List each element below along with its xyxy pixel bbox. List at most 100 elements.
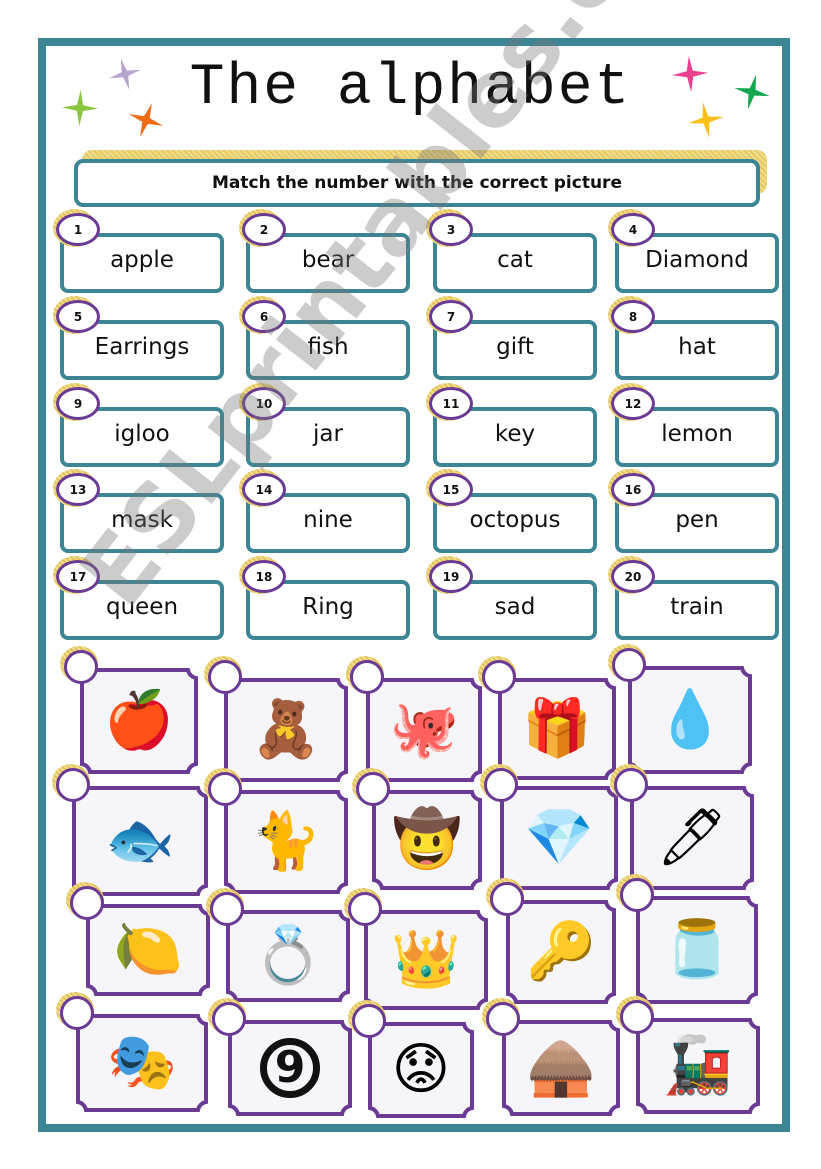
page-title: The alphabet bbox=[189, 56, 632, 121]
picture-card-mask: 🎭 bbox=[76, 1014, 208, 1112]
picture-card-lemon: 🍋 bbox=[86, 904, 210, 996]
apple-icon: 🍎 bbox=[104, 688, 174, 753]
number-badge: 12 bbox=[611, 387, 655, 420]
word-label: igloo bbox=[114, 421, 170, 447]
answer-circle[interactable] bbox=[208, 772, 242, 806]
instruction-text: Match the number with the correct pictur… bbox=[212, 173, 622, 193]
answer-circle[interactable] bbox=[64, 650, 98, 684]
picture-card-pen: 🖊 bbox=[630, 786, 754, 890]
word-label: Earrings bbox=[94, 334, 190, 360]
answer-circle[interactable] bbox=[486, 1002, 520, 1036]
word-label: bear bbox=[301, 247, 355, 273]
word-label: queen bbox=[105, 594, 179, 620]
picture-card-teddy-bear: 🧸 bbox=[224, 678, 348, 782]
queen-icon: 👑 bbox=[391, 927, 461, 992]
picture-card-igloo: 🛖 bbox=[502, 1020, 620, 1116]
word-label: apple bbox=[110, 247, 174, 273]
word-label: lemon bbox=[661, 421, 733, 447]
number-badge: 5 bbox=[56, 300, 100, 333]
picture-card-diamond: 💎 bbox=[500, 786, 618, 890]
picture-card-fish: 🐟 bbox=[72, 786, 208, 896]
gift-icon: 🎁 bbox=[522, 696, 592, 761]
answer-circle[interactable] bbox=[60, 996, 94, 1030]
number-badge: 6 bbox=[242, 300, 286, 333]
earrings-icon: 💧 bbox=[655, 687, 725, 752]
word-label: jar bbox=[313, 421, 343, 447]
number-badge: 15 bbox=[429, 473, 473, 506]
picture-card-cat: 🐈 bbox=[224, 790, 348, 894]
answer-circle[interactable] bbox=[350, 660, 384, 694]
mask-icon: 🎭 bbox=[107, 1030, 177, 1095]
picture-card-apple: 🍎 bbox=[80, 668, 198, 774]
diamond-icon: 💎 bbox=[524, 805, 594, 870]
nine-icon: 9 bbox=[260, 1038, 320, 1098]
sad-face-icon: 😟 bbox=[391, 1037, 451, 1102]
number-badge: 7 bbox=[429, 300, 473, 333]
number-badge: 4 bbox=[611, 213, 655, 246]
picture-card-jar: 🫙 bbox=[636, 896, 758, 1004]
picture-card-queen: 👑 bbox=[364, 910, 488, 1010]
number-badge: 2 bbox=[242, 213, 286, 246]
number-badge: 16 bbox=[611, 473, 655, 506]
number-badge: 1 bbox=[56, 213, 100, 246]
number-badge: 19 bbox=[429, 560, 473, 593]
answer-circle[interactable] bbox=[70, 886, 104, 920]
picture-card-octopus: 🐙 bbox=[366, 678, 482, 782]
jar-icon: 🫙 bbox=[662, 917, 732, 982]
word-label: fish bbox=[307, 334, 349, 360]
answer-circle[interactable] bbox=[620, 878, 654, 912]
picture-card-earrings: 💧 bbox=[628, 666, 752, 774]
number-badge: 18 bbox=[242, 560, 286, 593]
picture-card-ring: 💍 bbox=[226, 910, 350, 1002]
fish-icon: 🐟 bbox=[105, 808, 175, 873]
picture-card-nine: 9 bbox=[228, 1020, 352, 1116]
answer-circle[interactable] bbox=[614, 768, 648, 802]
answer-circle[interactable] bbox=[482, 660, 516, 694]
answer-circle[interactable] bbox=[352, 1004, 386, 1038]
train-icon: 🚂 bbox=[663, 1033, 733, 1098]
answer-circle[interactable] bbox=[212, 1002, 246, 1036]
answer-circle[interactable] bbox=[490, 882, 524, 916]
instruction-banner: Match the number with the correct pictur… bbox=[74, 159, 760, 207]
answer-circle[interactable] bbox=[620, 1000, 654, 1034]
picture-card-sad-face: 😟 bbox=[368, 1022, 474, 1118]
hat-icon: 🤠 bbox=[392, 807, 462, 872]
word-label: octopus bbox=[469, 507, 561, 533]
number-badge: 8 bbox=[611, 300, 655, 333]
answer-circle[interactable] bbox=[484, 768, 518, 802]
igloo-icon: 🛖 bbox=[526, 1035, 596, 1100]
word-label: cat bbox=[497, 247, 533, 273]
key-icon: 🔑 bbox=[526, 919, 596, 984]
picture-card-hat: 🤠 bbox=[372, 790, 482, 890]
octopus-icon: 🐙 bbox=[389, 697, 459, 762]
word-label: gift bbox=[496, 334, 534, 360]
word-label: key bbox=[494, 421, 536, 447]
word-label: nine bbox=[303, 507, 353, 533]
cat-icon: 🐈 bbox=[251, 809, 321, 874]
picture-card-key: 🔑 bbox=[506, 900, 616, 1004]
word-label: pen bbox=[675, 507, 719, 533]
number-badge: 13 bbox=[56, 473, 100, 506]
word-label: mask bbox=[111, 507, 173, 533]
word-label: train bbox=[670, 594, 724, 620]
answer-circle[interactable] bbox=[348, 892, 382, 926]
answer-circle[interactable] bbox=[356, 772, 390, 806]
word-label: Diamond bbox=[645, 247, 749, 273]
answer-circle[interactable] bbox=[208, 660, 242, 694]
lemon-icon: 🍋 bbox=[113, 917, 183, 982]
number-badge: 17 bbox=[56, 560, 100, 593]
ring-icon: 💍 bbox=[253, 923, 323, 988]
answer-circle[interactable] bbox=[210, 892, 244, 926]
word-label: Ring bbox=[302, 594, 354, 620]
picture-card-gift: 🎁 bbox=[498, 678, 616, 780]
number-badge: 11 bbox=[429, 387, 473, 420]
word-label: hat bbox=[678, 334, 716, 360]
number-badge: 14 bbox=[242, 473, 286, 506]
picture-card-train: 🚂 bbox=[636, 1018, 760, 1114]
number-badge: 9 bbox=[56, 387, 100, 420]
number-badge: 20 bbox=[611, 560, 655, 593]
answer-circle[interactable] bbox=[56, 768, 90, 802]
word-label: sad bbox=[494, 594, 536, 620]
answer-circle[interactable] bbox=[612, 648, 646, 682]
number-badge: 10 bbox=[242, 387, 286, 420]
